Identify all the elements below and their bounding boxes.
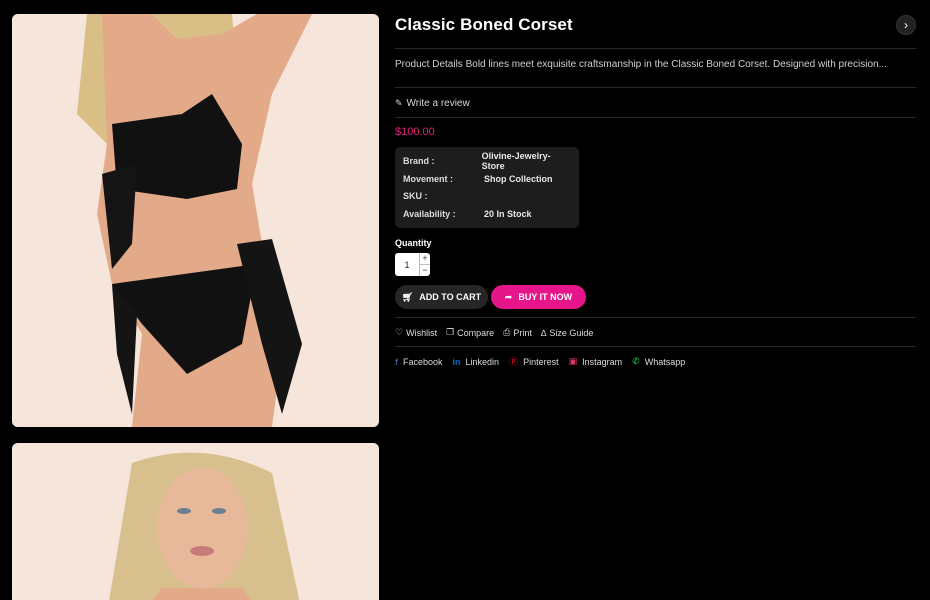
instagram-icon: ▣	[568, 356, 578, 367]
divider	[395, 346, 916, 348]
whatsapp-label: Whatsapp	[644, 356, 686, 367]
product-info-panel: Classic Boned Corset › Product Details B…	[395, 14, 916, 367]
spec-row-brand: Brand : Olivine-Jewelry-Store	[403, 150, 571, 171]
spec-label: Brand :	[403, 155, 435, 166]
product-gallery	[12, 14, 379, 600]
facebook-icon: f	[395, 356, 398, 367]
wishlist-link[interactable]: ♡ Wishlist	[395, 327, 437, 338]
quantity-input[interactable]: 1	[395, 253, 419, 277]
purchase-actions: 🛒︎ ADD TO CART ➦ BUY IT NOW	[395, 285, 916, 310]
write-review-link[interactable]: ✎ Write a review	[395, 97, 916, 109]
quantity-increase-button[interactable]: +	[419, 253, 430, 266]
share-whatsapp[interactable]: ✆ Whatsapp	[632, 356, 685, 367]
pinterest-label: Pinterest	[523, 356, 559, 367]
product-image-secondary[interactable]	[12, 443, 379, 600]
quantity-stepper: 1 + −	[395, 253, 430, 277]
linkedin-icon: in	[452, 356, 461, 367]
pencil-icon: ✎	[395, 97, 403, 108]
quantity-buttons: + −	[419, 253, 430, 277]
social-share: f Facebook in Linkedin Ⓟ Pinterest ▣ Ins…	[395, 356, 916, 367]
add-to-cart-button[interactable]: 🛒︎ ADD TO CART	[395, 285, 488, 310]
spec-label: Availability :	[403, 209, 456, 220]
facebook-label: Facebook	[403, 356, 443, 367]
spec-row-movement: Movement : Shop Collection	[403, 170, 571, 188]
compare-icon: ❐	[446, 327, 455, 338]
spec-value: 20 In Stock	[484, 209, 532, 220]
share-facebook[interactable]: f Facebook	[395, 357, 443, 367]
title-row: Classic Boned Corset ›	[395, 14, 916, 35]
spec-label: SKU :	[403, 191, 428, 202]
share-instagram[interactable]: ▣ Instagram	[569, 356, 623, 367]
buy-it-now-label: BUY IT NOW	[518, 292, 573, 303]
printer-icon: ⎙	[503, 327, 511, 338]
wishlist-label: Wishlist	[406, 327, 438, 338]
model-photo	[12, 14, 379, 427]
spec-value: Shop Collection	[484, 173, 553, 184]
next-product-button[interactable]: ›	[896, 14, 916, 35]
size-guide-label: Size Guide	[549, 327, 594, 338]
linkedin-label: Linkedin	[465, 356, 500, 367]
spec-label: Movement :	[403, 173, 454, 184]
model-portrait	[12, 443, 379, 600]
size-guide-link[interactable]: ∆ Size Guide	[541, 328, 594, 338]
quantity-decrease-button[interactable]: −	[419, 265, 430, 277]
spec-value: Olivine-Jewelry-Store	[481, 150, 551, 171]
divider	[395, 87, 916, 88]
instagram-label: Instagram	[582, 356, 623, 367]
compare-link[interactable]: ❐ Compare	[446, 327, 494, 338]
product-price: $100.00	[395, 126, 435, 138]
share-linkedin[interactable]: in Linkedin	[453, 357, 500, 367]
product-title: Classic Boned Corset	[395, 14, 573, 34]
product-description: Product Details Bold lines meet exquisit…	[395, 59, 887, 70]
print-label: Print	[513, 327, 532, 338]
divider	[395, 317, 916, 319]
divider	[395, 48, 916, 49]
hanger-icon: ∆	[540, 327, 547, 338]
write-review-label: Write a review	[406, 97, 470, 109]
compare-label: Compare	[457, 327, 495, 338]
product-utilities: ♡ Wishlist ❐ Compare ⎙ Print ∆ Size Guid…	[395, 327, 916, 338]
heart-icon: ♡	[395, 327, 404, 338]
pinterest-icon: Ⓟ	[509, 357, 519, 368]
product-image-main[interactable]	[12, 14, 379, 427]
whatsapp-icon: ✆	[632, 356, 640, 367]
buy-it-now-button[interactable]: ➦ BUY IT NOW	[491, 285, 586, 310]
chevron-right-icon: ›	[904, 17, 908, 32]
share-arrow-icon: ➦	[504, 291, 513, 302]
spec-row-sku: SKU :	[403, 188, 571, 206]
add-to-cart-label: ADD TO CART	[419, 292, 482, 303]
quantity-label: Quantity	[395, 238, 432, 249]
product-specs: Brand : Olivine-Jewelry-Store Movement :…	[395, 147, 579, 229]
spec-row-availability: Availability : 20 In Stock	[403, 205, 571, 223]
print-link[interactable]: ⎙ Print	[503, 327, 532, 338]
share-pinterest[interactable]: Ⓟ Pinterest	[509, 355, 559, 368]
cart-icon: 🛒︎	[401, 291, 414, 302]
divider	[395, 117, 916, 118]
